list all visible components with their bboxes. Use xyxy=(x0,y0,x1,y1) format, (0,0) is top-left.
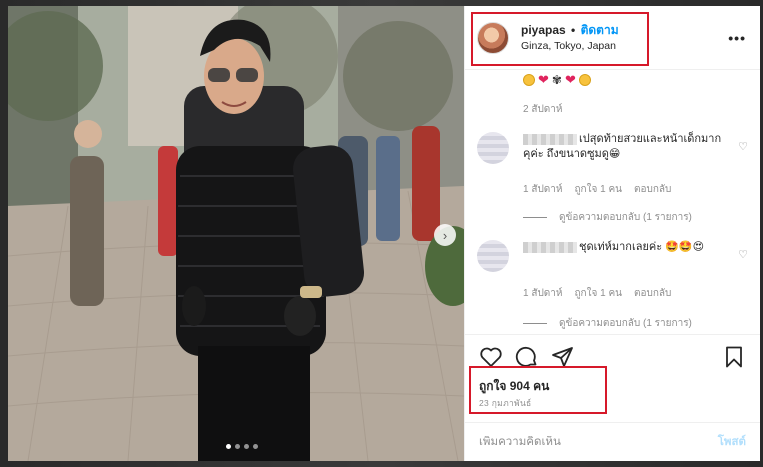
paper-plane-icon[interactable] xyxy=(551,345,575,369)
comment-time: 1 สัปดาห์ xyxy=(523,288,563,299)
comment-text: เปสุดท้ายสวยและหน้าเด็กมากคุค่ะ ถึงขนาดซ… xyxy=(523,132,728,162)
comment-icon[interactable] xyxy=(515,345,539,369)
list-item: ชุดเท่ห์มากเลยค่ะ 🤩🤩😍 ♡ 1 สัปดาห์ ถูกใจ … xyxy=(477,240,748,334)
comment-likes[interactable]: ถูกใจ 1 คน xyxy=(575,286,623,301)
follow-button[interactable]: ติดตาม xyxy=(581,23,619,37)
blurred-username xyxy=(523,133,577,145)
view-replies-button[interactable]: ดูข้อความตอบกลับ (1 รายการ) xyxy=(523,316,692,331)
smiling-face-icon xyxy=(523,74,535,86)
action-icons xyxy=(479,345,746,369)
username-link[interactable]: piyapas xyxy=(521,23,566,37)
avatar[interactable] xyxy=(477,21,509,54)
post-actions: ถูกใจ 904 คน 23 กุมภาพันธ์ xyxy=(465,334,760,430)
instagram-post: › piyapas • ติดตาม Ginza, Tokyo, Japan •… xyxy=(8,6,760,461)
blurred-username xyxy=(523,241,577,253)
view-replies-label: ดูข้อความตอบกลับ (1 รายการ) xyxy=(559,318,692,329)
list-item: เปสุดท้ายสวยและหน้าเด็กมากคุค่ะ ถึงขนาดซ… xyxy=(477,132,748,232)
heart-icon[interactable] xyxy=(479,345,503,369)
comment-time: 1 สัปดาห์ xyxy=(523,184,563,195)
avatar[interactable] xyxy=(477,132,509,164)
add-comment-bar: โพสต์ xyxy=(465,422,760,461)
post-comment-button[interactable]: โพสต์ xyxy=(718,433,746,451)
carousel-dot xyxy=(226,444,231,449)
photo-scene xyxy=(8,6,464,461)
post-header: piyapas • ติดตาม Ginza, Tokyo, Japan ••• xyxy=(465,6,760,70)
red-heart-icon: ❤ xyxy=(564,72,576,87)
comment-text: ชุดเท่ห์มากเลยค่ะ 🤩🤩😍 xyxy=(523,240,728,255)
comment-meta: 1 สัปดาห์ ถูกใจ 1 คน ตอบกลับ xyxy=(523,286,671,301)
divider xyxy=(523,323,547,324)
likes-count[interactable]: ถูกใจ 904 คน xyxy=(479,377,549,396)
post-side-panel: piyapas • ติดตาม Ginza, Tokyo, Japan •••… xyxy=(464,6,760,461)
comment-likes[interactable]: ถูกใจ 1 คน xyxy=(575,182,623,197)
comment-input[interactable] xyxy=(479,436,718,448)
view-replies-label: ดูข้อความตอบกลับ (1 รายการ) xyxy=(559,212,692,223)
red-heart-icon: ❤ xyxy=(538,72,549,87)
carousel-dot xyxy=(235,444,240,449)
comment-heart-icon[interactable]: ♡ xyxy=(738,248,748,261)
header-username-line: piyapas • ติดตาม xyxy=(521,22,619,38)
view-replies-button[interactable]: ดูข้อความตอบกลับ (1 รายการ) xyxy=(523,210,692,225)
comment-body: ชุดเท่ห์มากเลยค่ะ 🤩🤩😍 xyxy=(579,241,705,253)
post-date: 23 กุมภาพันธ์ xyxy=(479,398,532,408)
carousel-dots xyxy=(226,444,258,449)
flower-icon: ✾ xyxy=(551,73,562,87)
bookmark-icon[interactable] xyxy=(722,345,746,369)
divider xyxy=(523,217,547,218)
post-photo[interactable]: › xyxy=(8,6,464,461)
carousel-dot xyxy=(244,444,249,449)
reply-button[interactable]: ตอบกลับ xyxy=(634,182,671,197)
carousel-dot xyxy=(253,444,258,449)
comment-meta: 1 สัปดาห์ ถูกใจ 1 คน ตอบกลับ xyxy=(523,182,671,197)
avatar[interactable] xyxy=(477,240,509,272)
header-text: piyapas • ติดตาม Ginza, Tokyo, Japan xyxy=(521,22,619,54)
chevron-right-icon: › xyxy=(442,227,448,243)
reply-button[interactable]: ตอบกลับ xyxy=(634,286,671,301)
comment-heart-icon[interactable]: ♡ xyxy=(738,140,748,153)
more-horizontal-icon[interactable]: ••• xyxy=(728,30,746,46)
location-link[interactable]: Ginza, Tokyo, Japan xyxy=(521,38,619,54)
separator: • xyxy=(571,22,576,37)
comments-list: ❤ ✾ ❤ 2 สัปดาห์ เปสุดท้ายสวยและหน้าเด็กม… xyxy=(465,70,760,334)
smiling-face-icon xyxy=(578,74,591,86)
caption-time: 2 สัปดาห์ xyxy=(523,104,563,115)
caption-emojis: ❤ ✾ ❤ xyxy=(523,72,591,87)
carousel-next-button[interactable]: › xyxy=(434,224,456,246)
